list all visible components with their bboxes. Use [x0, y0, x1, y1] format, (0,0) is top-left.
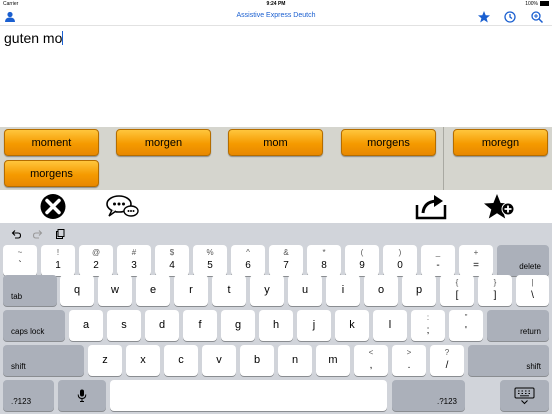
keyboard-shortcut-bar — [0, 223, 552, 245]
key-backslash[interactable]: | \ — [516, 275, 549, 306]
typed-text[interactable]: guten mo — [4, 30, 64, 46]
key-period[interactable]: >. — [392, 345, 426, 376]
key-f[interactable]: f — [183, 310, 217, 341]
key-c[interactable]: c — [164, 345, 198, 376]
key-4[interactable]: $4 — [155, 245, 189, 276]
on-screen-keyboard: ~ ` ! 1 @2 #3 $4 % 5 ^ 6 & 7 * 8 (9 ) 0 _ - + = d… — [0, 223, 552, 414]
key-b[interactable]: b — [240, 345, 274, 376]
key-z[interactable]: z — [88, 345, 122, 376]
dictation-key[interactable] — [58, 380, 106, 411]
suggestion-button[interactable]: moregn — [453, 129, 548, 156]
tab-key[interactable]: tab — [3, 275, 57, 306]
key-1[interactable]: ! 1 — [41, 245, 75, 276]
share-export-icon[interactable] — [414, 193, 448, 220]
key-3[interactable]: #3 — [117, 245, 151, 276]
text-caret — [62, 31, 64, 45]
zoom-search-icon[interactable] — [530, 10, 544, 24]
key-backtick[interactable]: ~ ` — [3, 245, 37, 276]
key-quote[interactable]: " ' — [449, 310, 483, 341]
key-equals[interactable]: + = — [459, 245, 493, 276]
key-9[interactable]: (9 — [345, 245, 379, 276]
status-bar: Carrier 9:24 PM 100% — [0, 0, 552, 8]
suggestion-button[interactable]: morgens — [4, 160, 99, 187]
shift-right-key[interactable]: shift — [468, 345, 549, 376]
key-i[interactable]: i — [326, 275, 360, 306]
suggestion-button[interactable]: moment — [4, 129, 99, 156]
add-favorite-star-icon[interactable] — [482, 193, 516, 220]
key-l[interactable]: l — [373, 310, 407, 341]
key-a[interactable]: a — [69, 310, 103, 341]
key-u[interactable]: u — [288, 275, 322, 306]
caps-lock-key[interactable]: caps lock — [3, 310, 65, 341]
action-bar — [0, 190, 552, 223]
suggestion-button[interactable]: mom — [228, 129, 323, 156]
undo-icon[interactable] — [10, 228, 22, 240]
text-editor[interactable]: guten mo — [0, 26, 552, 127]
key-x[interactable]: x — [126, 345, 160, 376]
battery-icon — [540, 1, 549, 6]
hide-keyboard-key[interactable] — [500, 380, 549, 411]
battery-percent: 100% — [525, 1, 538, 7]
word-suggestions: moment morgen mom morgens moregn morgens — [0, 127, 552, 190]
key-w[interactable]: w — [98, 275, 132, 306]
key-r[interactable]: r — [174, 275, 208, 306]
favorites-star-icon[interactable] — [477, 10, 491, 24]
key-0[interactable]: ) 0 — [383, 245, 417, 276]
key-comma[interactable]: <, — [354, 345, 388, 376]
key-5[interactable]: % 5 — [193, 245, 227, 276]
suggestion-button[interactable]: morgen — [116, 129, 211, 156]
keyboard-dismiss-icon — [514, 387, 535, 405]
key-n[interactable]: n — [278, 345, 312, 376]
key-8[interactable]: * 8 — [307, 245, 341, 276]
key-y[interactable]: y — [250, 275, 284, 306]
key-v[interactable]: v — [202, 345, 236, 376]
return-key[interactable]: return — [487, 310, 549, 341]
key-q[interactable]: q — [60, 275, 94, 306]
speech-bubbles-icon[interactable] — [104, 193, 140, 220]
key-s[interactable]: s — [107, 310, 141, 341]
microphone-icon — [77, 389, 87, 402]
key-g[interactable]: g — [221, 310, 255, 341]
key-j[interactable]: j — [297, 310, 331, 341]
key-slash[interactable]: ? / — [430, 345, 464, 376]
suggestion-divider — [443, 127, 444, 190]
key-d[interactable]: d — [145, 310, 179, 341]
key-p[interactable]: p — [402, 275, 436, 306]
key-t[interactable]: t — [212, 275, 246, 306]
key-o[interactable]: o — [364, 275, 398, 306]
space-bar[interactable] — [110, 380, 387, 411]
key-minus[interactable]: _ - — [421, 245, 455, 276]
numbers-left-key[interactable]: .?123 — [3, 380, 54, 411]
delete-key[interactable]: delete — [497, 245, 549, 276]
clock: 9:24 PM — [266, 1, 286, 7]
key-right-bracket[interactable]: }] — [478, 275, 512, 306]
key-6[interactable]: ^ 6 — [231, 245, 265, 276]
key-k[interactable]: k — [335, 310, 369, 341]
key-left-bracket[interactable]: {[ — [440, 275, 474, 306]
nav-bar: Assistive Express Deutch — [0, 8, 552, 26]
key-2[interactable]: @2 — [79, 245, 113, 276]
app-title: Assistive Express Deutch — [236, 12, 316, 19]
key-e[interactable]: e — [136, 275, 170, 306]
key-m[interactable]: m — [316, 345, 350, 376]
redo-icon[interactable] — [32, 228, 44, 240]
history-clock-icon[interactable] — [503, 10, 517, 24]
key-7[interactable]: & 7 — [269, 245, 303, 276]
suggestion-button[interactable]: morgens — [341, 129, 436, 156]
shift-left-key[interactable]: shift — [3, 345, 84, 376]
paste-clipboard-icon[interactable] — [54, 228, 66, 240]
clear-close-icon[interactable] — [36, 193, 70, 220]
key-h[interactable]: h — [259, 310, 293, 341]
numbers-right-key[interactable]: .?123 — [392, 380, 465, 411]
key-semicolon[interactable]: :; — [411, 310, 445, 341]
